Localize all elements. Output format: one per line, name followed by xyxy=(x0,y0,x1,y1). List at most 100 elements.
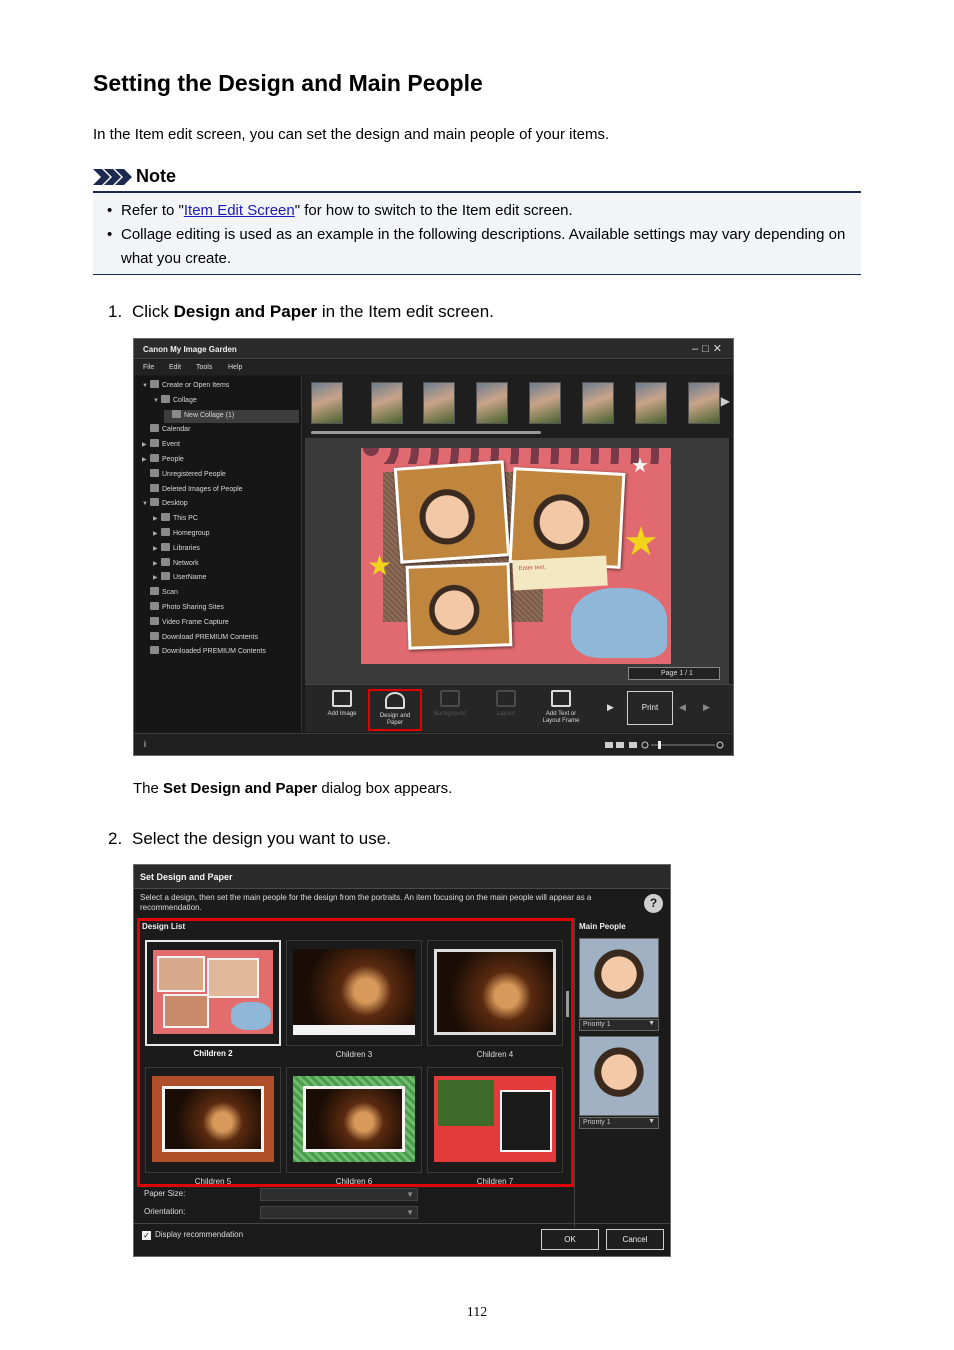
chevron-right-icon[interactable]: ▶ xyxy=(153,515,161,522)
design-paper-label-2: Paper xyxy=(386,720,403,726)
thumbnail[interactable] xyxy=(688,382,720,424)
tree-item[interactable]: Video Frame Capture xyxy=(142,616,299,630)
tree-item[interactable]: ▼ Desktop xyxy=(142,498,299,511)
background-button[interactable]: Background xyxy=(423,689,477,731)
layout-button[interactable]: Layout xyxy=(479,689,533,731)
tree-item[interactable]: ▶ UserName xyxy=(153,572,299,585)
tree-item[interactable]: ▶ Libraries xyxy=(153,542,299,556)
chevron-down-icon: ▼ xyxy=(406,1190,414,1199)
thumbnail[interactable] xyxy=(476,382,508,424)
ok-button[interactable]: OK xyxy=(541,1229,599,1250)
item-edit-screen-link[interactable]: Item Edit Screen xyxy=(184,202,295,219)
collage-photo-2[interactable] xyxy=(508,467,626,569)
collage-photo-1[interactable] xyxy=(393,460,511,564)
thumbnail[interactable] xyxy=(635,382,667,424)
layout-icon xyxy=(496,690,516,707)
thumbnail[interactable] xyxy=(423,382,455,424)
display-recommendation-checkbox[interactable]: ✓ Display recommendation xyxy=(142,1230,243,1240)
tree-item[interactable]: Unregistered People xyxy=(142,468,299,482)
zoom-slider[interactable] xyxy=(605,741,725,749)
strip-scrollbar[interactable] xyxy=(311,431,541,434)
design-children-3[interactable]: Children 3 xyxy=(286,940,422,1059)
tree-item-label: Event xyxy=(162,441,180,449)
tree-item[interactable]: Deleted Images of People xyxy=(142,483,299,497)
tree-item[interactable]: Download PREMIUM Contents xyxy=(142,631,299,645)
add-image-button[interactable]: Add Image xyxy=(315,689,369,731)
add-text-label-1: Add Text or xyxy=(545,711,577,717)
menu-help[interactable]: Help xyxy=(228,364,242,371)
scallop-border xyxy=(361,448,671,464)
chevron-down-icon[interactable]: ▼ xyxy=(142,501,150,507)
design-thumbnail xyxy=(293,949,415,1035)
thumbnail[interactable] xyxy=(371,382,403,424)
help-icon[interactable]: ? xyxy=(644,894,663,913)
thumbnail[interactable] xyxy=(311,382,343,424)
add-text-button[interactable]: Add Text or Layout Frame xyxy=(534,689,588,731)
orientation-select[interactable]: ▼ xyxy=(260,1206,418,1219)
chevron-down-icon[interactable]: ▼ xyxy=(142,383,150,389)
priority-select[interactable]: Priority 1 ▼ xyxy=(579,1019,659,1031)
step-1-pre: Click xyxy=(132,302,174,321)
tree-item[interactable]: Scan xyxy=(142,587,299,600)
design-children-6[interactable]: Children 6 xyxy=(286,1067,422,1186)
window-controls[interactable]: –□✕ xyxy=(692,342,726,355)
strip-next-icon[interactable]: ▶ xyxy=(721,394,730,408)
priority-select[interactable]: Priority 1 ▼ xyxy=(579,1117,659,1129)
collage-preview[interactable]: Enter text. ★ ★ ★ xyxy=(361,448,671,664)
ok-label: OK xyxy=(564,1235,576,1244)
set-design-dialog-screenshot: Set Design and Paper Select a design, th… xyxy=(133,864,671,1257)
chevron-right-icon[interactable]: ▶ xyxy=(153,574,161,581)
tree-item[interactable]: ▶ Network xyxy=(153,557,299,571)
menu-tools[interactable]: Tools xyxy=(196,364,212,371)
tree-item-label: Download PREMIUM Contents xyxy=(162,633,259,641)
tree-item[interactable]: ▼ Collage xyxy=(153,394,299,408)
tree-item[interactable]: ▶ Homegroup xyxy=(153,528,299,541)
tree-item[interactable]: New Collage (1) xyxy=(164,409,299,423)
paper-size-select[interactable]: ▼ xyxy=(260,1188,418,1201)
cancel-button[interactable]: Cancel xyxy=(606,1229,664,1250)
thumbnail[interactable] xyxy=(529,382,561,424)
previous-page-icon[interactable]: ◀ xyxy=(679,702,686,713)
chevron-right-icon[interactable]: ▶ xyxy=(153,530,161,537)
menu-edit[interactable]: Edit xyxy=(169,364,181,371)
check-icon: ✓ xyxy=(142,1231,151,1240)
main-person-portrait[interactable] xyxy=(579,938,659,1018)
step-2-text: Select the design you want to use. xyxy=(132,829,391,848)
text-frame[interactable]: Enter text. xyxy=(512,555,608,591)
tree-item[interactable]: ▶ This PC xyxy=(153,513,299,526)
tree-item-label: UserName xyxy=(173,574,207,582)
star-decoration: ★ xyxy=(367,550,393,581)
toolbar-next-icon[interactable]: ▶ xyxy=(607,702,614,713)
chevron-right-icon[interactable]: ▶ xyxy=(153,545,161,552)
tree-item[interactable]: ▶ Event xyxy=(142,439,299,452)
tree-item[interactable]: Downloaded PREMIUM Contents xyxy=(142,646,299,659)
tree-item-label: Downloaded PREMIUM Contents xyxy=(162,648,266,656)
next-page-icon[interactable]: ▶ xyxy=(703,702,710,713)
design-and-paper-button[interactable]: Design and Paper xyxy=(368,689,422,731)
chevron-down-icon[interactable]: ▼ xyxy=(153,398,161,404)
chevron-right-icon[interactable]: ▶ xyxy=(142,456,150,463)
tree-item[interactable]: ▶ People xyxy=(142,454,299,467)
design-children-7[interactable]: Children 7 xyxy=(427,1067,563,1186)
note-arrows-icon xyxy=(93,169,132,185)
main-person-portrait[interactable] xyxy=(579,1036,659,1116)
info-icon[interactable]: i xyxy=(144,739,146,749)
folder-icon xyxy=(161,557,170,566)
thumbnail[interactable] xyxy=(582,382,614,424)
design-list-scrollbar[interactable] xyxy=(566,991,569,1017)
tree-item[interactable]: ▼ Create or Open Items xyxy=(142,380,299,393)
design-children-5[interactable]: Children 5 xyxy=(145,1067,281,1186)
design-children-2[interactable]: Children 2 xyxy=(145,940,281,1058)
collage-photo-3[interactable] xyxy=(405,562,513,650)
tree-item-label: Video Frame Capture xyxy=(162,618,229,626)
design-list: Design List Children 2 Children 3 Childr… xyxy=(137,918,574,1187)
chevron-right-icon[interactable]: ▶ xyxy=(142,441,150,448)
tree-item[interactable]: Photo Sharing Sites xyxy=(142,602,299,615)
tree-item[interactable]: Calendar xyxy=(142,424,299,437)
chevron-right-icon[interactable]: ▶ xyxy=(153,560,161,567)
background-label: Background xyxy=(433,711,467,717)
step-1: 1. Click Design and Paper in the Item edi… xyxy=(108,302,494,322)
design-children-4[interactable]: Children 4 xyxy=(427,940,563,1059)
print-button[interactable]: Print xyxy=(627,691,673,725)
menu-file[interactable]: File xyxy=(143,364,154,371)
